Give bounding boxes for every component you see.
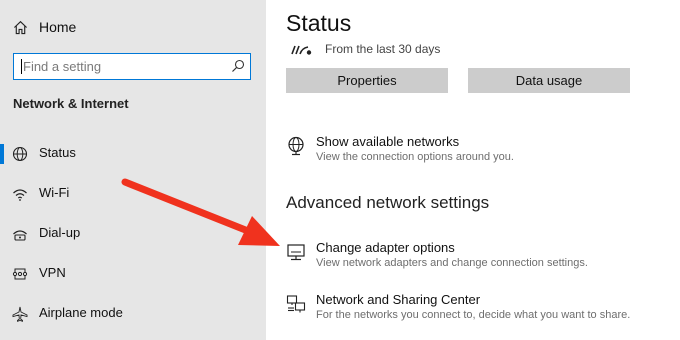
selection-indicator: [0, 144, 4, 164]
show-available-networks-link[interactable]: Show available networks View the connect…: [286, 134, 666, 166]
sidebar-item-status[interactable]: Status: [0, 138, 266, 168]
wifi-signal-icon: [291, 45, 312, 55]
sidebar-item-wifi[interactable]: Wi-Fi: [0, 178, 266, 208]
home-icon: [14, 20, 27, 34]
link-title: Network and Sharing Center: [316, 292, 481, 307]
globe-network-icon: [288, 136, 304, 156]
sidebar-item-label: Airplane mode: [39, 305, 123, 320]
vpn-icon: [12, 268, 28, 280]
text-caret: [21, 59, 22, 74]
network-sharing-center-link[interactable]: Network and Sharing Center For the netwo…: [286, 292, 666, 324]
link-description: View the connection options around you.: [316, 151, 514, 163]
globe-icon: [12, 146, 28, 162]
page-title: Status: [286, 10, 352, 36]
data-usage-button[interactable]: Data usage: [468, 68, 630, 93]
usage-period-text: From the last 30 days: [325, 42, 441, 56]
link-description: For the networks you connect to, decide …: [316, 309, 631, 321]
search-icon[interactable]: [231, 59, 245, 73]
sidebar-item-dialup[interactable]: Dial-up: [0, 218, 266, 248]
data-usage-summary: From the last 30 days: [290, 41, 440, 57]
sharing-center-icon: [286, 295, 306, 313]
link-title: Change adapter options: [316, 240, 455, 255]
link-description: View network adapters and change connect…: [316, 257, 588, 269]
sidebar-item-label: VPN: [39, 265, 66, 280]
link-title: Show available networks: [316, 134, 460, 149]
dial-up-icon: [13, 230, 27, 241]
sidebar-item-airplane[interactable]: Airplane mode: [0, 298, 266, 328]
properties-button[interactable]: Properties: [286, 68, 448, 93]
home-nav-item[interactable]: Home: [13, 17, 76, 37]
airplane-icon: [12, 306, 28, 322]
section-heading: Advanced network settings: [286, 193, 490, 212]
wifi-icon: [13, 189, 27, 201]
search-box[interactable]: [13, 53, 251, 80]
section-title: Network & Internet: [13, 96, 129, 111]
home-label: Home: [39, 19, 77, 35]
sidebar-item-label: Dial-up: [39, 225, 81, 240]
settings-sidebar: Home Network & Internet Status Wi-Fi: [0, 0, 266, 340]
change-adapter-options-link[interactable]: Change adapter options View network adap…: [286, 240, 666, 272]
sidebar-item-label: Wi-Fi: [39, 185, 70, 200]
search-input[interactable]: [23, 57, 223, 76]
sidebar-item-vpn[interactable]: VPN: [0, 258, 266, 288]
network-adapter-icon: [287, 244, 305, 261]
sidebar-item-label: Status: [39, 145, 76, 160]
